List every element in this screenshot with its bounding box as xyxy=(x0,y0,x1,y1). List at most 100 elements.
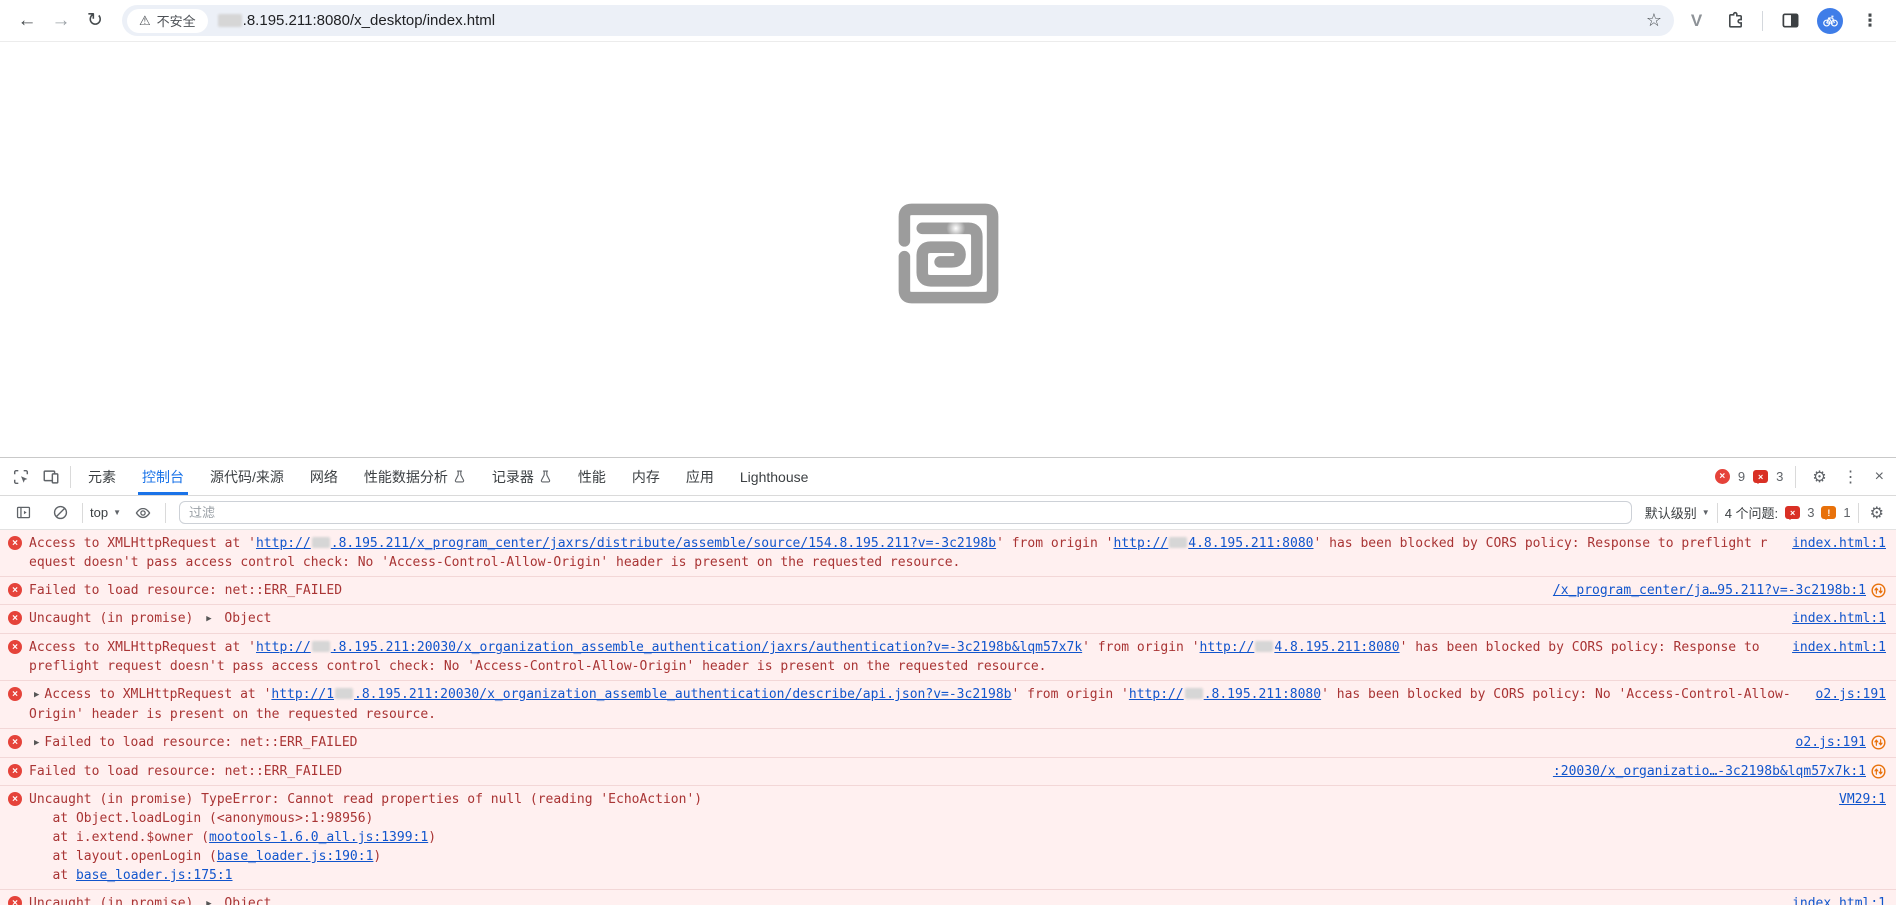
reload-icon: ↻ xyxy=(87,10,103,31)
log-level-selector[interactable]: 默认级别 ▼ xyxy=(1645,503,1710,522)
console-filter-input[interactable] xyxy=(179,501,1632,524)
extensions-puzzle-icon[interactable] xyxy=(1723,9,1747,33)
side-panel-icon[interactable] xyxy=(1778,9,1802,33)
console-message: Failed to load resource: net::ERR_FAILED xyxy=(29,583,343,598)
flask-icon xyxy=(454,470,465,483)
tab-recorder[interactable]: 记录器 xyxy=(479,458,565,495)
console-row: × ▶ Access to XMLHttpRequest at 'http://1.… xyxy=(0,681,1896,729)
error-icon: × xyxy=(8,687,22,701)
back-button[interactable]: ← xyxy=(10,4,44,38)
message-link[interactable]: base_loader.js:190:1 xyxy=(217,849,374,864)
issues-badge-icon[interactable]: × xyxy=(1753,470,1769,484)
message-link[interactable]: 4.8.195.211:8080 xyxy=(1188,536,1313,551)
source-link[interactable]: o2.js:191 xyxy=(1796,733,1866,752)
message-link[interactable]: .8.195.211:20030/x_organization_assemble… xyxy=(331,640,1082,655)
console-error-badge-icon[interactable]: × xyxy=(1714,469,1730,484)
message-link[interactable]: http:// xyxy=(256,536,311,551)
devtools-close-button[interactable]: × xyxy=(1871,468,1888,486)
device-toolbar-button[interactable] xyxy=(36,462,66,492)
redacted-ip xyxy=(217,14,242,27)
source-link[interactable]: VM29:1 xyxy=(1839,790,1886,809)
message-link[interactable]: .8.195.211/x_program_center/jaxrs/distri… xyxy=(331,536,996,551)
message-link[interactable]: http:// xyxy=(1113,536,1168,551)
clear-console-button[interactable] xyxy=(45,498,75,528)
tab-elements[interactable]: 元素 xyxy=(75,458,129,495)
inspect-element-button[interactable] xyxy=(6,462,36,492)
expand-triangle-icon[interactable]: ▶ xyxy=(34,734,39,753)
message-link[interactable]: http://1 xyxy=(271,687,334,702)
network-request-icon[interactable] xyxy=(1871,764,1886,779)
eye-icon xyxy=(135,507,151,518)
tab-lighthouse[interactable]: Lighthouse xyxy=(727,458,822,495)
source-link[interactable]: index.html:1 xyxy=(1792,894,1886,905)
expand-triangle-icon[interactable]: ▶ xyxy=(206,895,211,905)
console-message: Access to XMLHttpRequest at 'http://.8.1… xyxy=(29,536,1768,570)
source-location: o2.js:191 xyxy=(1796,733,1886,752)
forward-icon: → xyxy=(51,9,71,31)
message-link[interactable]: 4.8.195.211:8080 xyxy=(1274,640,1399,655)
console-row: × Access to XMLHttpRequest at 'http://.8.… xyxy=(0,634,1896,681)
redacted-ip xyxy=(311,641,330,652)
source-link[interactable]: /x_program_center/ja…95.211?v=-3c2198b:1 xyxy=(1553,581,1866,600)
message-link[interactable]: .8.195.211:8080 xyxy=(1204,687,1321,702)
source-link[interactable]: index.html:1 xyxy=(1792,534,1886,553)
tab-performance-insights[interactable]: 性能数据分析 xyxy=(351,458,479,495)
security-chip[interactable]: ⚠ 不安全 xyxy=(127,8,208,33)
error-icon: × xyxy=(8,896,22,905)
v-extension-icon[interactable]: V xyxy=(1684,9,1708,33)
source-link[interactable]: o2.js:191 xyxy=(1816,685,1886,704)
console-message: ▶ Failed to load resource: net::ERR_FAILE… xyxy=(29,733,1778,753)
network-request-icon[interactable] xyxy=(1871,583,1886,598)
issues-label[interactable]: 4 个问题: xyxy=(1725,503,1778,522)
live-expression-button[interactable] xyxy=(128,498,158,528)
error-icon: × xyxy=(8,735,22,749)
console-row: × ▶ Failed to load resource: net::ERR_FAIL… xyxy=(0,729,1896,758)
console-row: × Uncaught (in promise) ▶ Object index.htm… xyxy=(0,605,1896,634)
tab-application[interactable]: 应用 xyxy=(673,458,727,495)
flask-icon xyxy=(540,470,551,483)
message-link[interactable]: mootools-1.6.0_all.js:1399:1 xyxy=(209,830,428,845)
error-icon: × xyxy=(8,536,22,550)
source-link[interactable]: index.html:1 xyxy=(1792,609,1886,628)
console-settings-button[interactable]: ⚙ xyxy=(1866,503,1888,523)
o2-logo xyxy=(898,203,998,304)
tab-sources[interactable]: 源代码/来源 xyxy=(197,458,297,495)
address-bar[interactable]: ⚠ 不安全 .8.195.211:8080/x_desktop/index.ht… xyxy=(122,5,1674,36)
message-link[interactable]: http:// xyxy=(1129,687,1184,702)
tab-memory[interactable]: 内存 xyxy=(619,458,673,495)
context-selector[interactable]: top ▼ xyxy=(90,505,121,520)
source-link[interactable]: :20030/x_organizatio…-3c2198b&lqm57x7k:1 xyxy=(1553,762,1866,781)
bookmark-star-icon[interactable]: ☆ xyxy=(1640,10,1668,31)
redacted-ip xyxy=(1184,688,1203,699)
network-request-icon[interactable] xyxy=(1871,735,1886,750)
console-sidebar-toggle[interactable] xyxy=(8,498,38,528)
tab-performance[interactable]: 性能 xyxy=(565,458,619,495)
console-message: Uncaught (in promise) ▶ Object xyxy=(29,609,1774,629)
inspect-cursor-icon xyxy=(13,469,29,484)
message-link[interactable]: base_loader.js:175:1 xyxy=(76,868,233,883)
tab-console[interactable]: 控制台 xyxy=(129,458,197,495)
tab-network[interactable]: 网络 xyxy=(297,458,351,495)
devtools-menu-button[interactable]: ⋮ xyxy=(1839,467,1863,487)
expand-triangle-icon[interactable]: ▶ xyxy=(206,610,211,629)
issues-count: 3 xyxy=(1776,469,1784,484)
tab-label: 性能 xyxy=(577,468,606,485)
profile-avatar[interactable] xyxy=(1817,7,1843,34)
source-link[interactable]: index.html:1 xyxy=(1792,638,1886,657)
tabbar-divider xyxy=(70,465,71,488)
issues-error-count: 3 xyxy=(1807,505,1815,520)
expand-triangle-icon[interactable]: ▶ xyxy=(34,686,39,705)
devtools-settings-button[interactable]: ⚙ xyxy=(1808,467,1830,487)
message-link[interactable]: http:// xyxy=(1200,640,1255,655)
console-row: × Failed to load resource: net::ERR_FAILE… xyxy=(0,758,1896,786)
source-location: index.html:1 xyxy=(1792,534,1886,553)
message-link[interactable]: .8.195.211:20030/x_organization_assemble… xyxy=(354,687,1011,702)
issues-error-icon: × xyxy=(1785,506,1801,520)
error-icon: × xyxy=(8,764,22,778)
message-link[interactable]: http:// xyxy=(256,640,311,655)
reload-button[interactable]: ↻ xyxy=(78,4,112,38)
browser-menu-button[interactable]: ⋮ xyxy=(1858,9,1882,33)
console-row: × Uncaught (in promise) ▶ Object index.htm… xyxy=(0,890,1896,905)
security-label: 不安全 xyxy=(156,14,196,29)
forward-button[interactable]: → xyxy=(44,4,78,38)
